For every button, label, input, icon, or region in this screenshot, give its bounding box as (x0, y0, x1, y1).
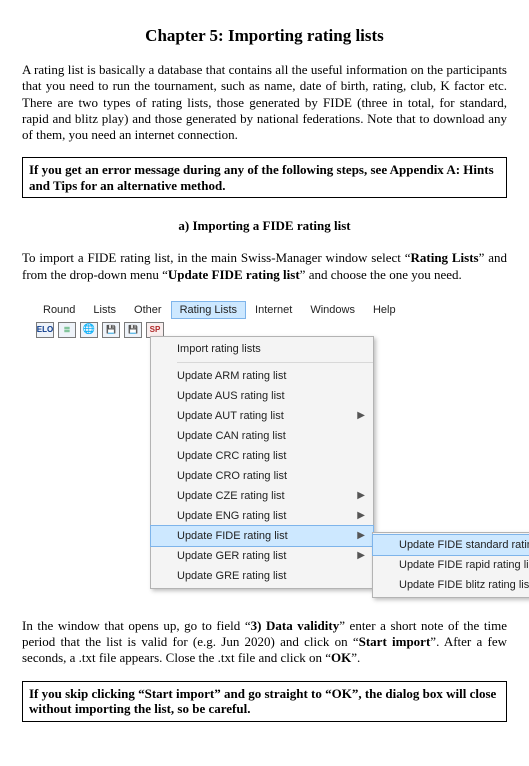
chevron-right-icon: ▶ (357, 530, 365, 541)
submenu-item[interactable]: Update FIDE rapid rating list (373, 555, 529, 575)
dropdown-item[interactable]: Update AUS rating list (151, 386, 373, 406)
dropdown-item[interactable]: Update ENG rating list▶ (151, 506, 373, 526)
submenu-item-label: Update FIDE blitz rating list (399, 579, 529, 591)
chevron-right-icon: ▶ (357, 410, 365, 421)
callout-error: If you get an error message during any o… (22, 157, 507, 198)
bold-start-import: Start import (359, 634, 431, 649)
dropdown-item[interactable]: Update AUT rating list▶ (151, 406, 373, 426)
menu-rating-lists[interactable]: Rating Lists (171, 301, 246, 319)
dropdown-separator (177, 362, 373, 363)
menu-round[interactable]: Round (34, 301, 84, 319)
dropdown-item-label: Update GER rating list (177, 550, 357, 562)
dropdown-item-label: Update AUS rating list (177, 390, 365, 402)
dropdown-item-label: Import rating lists (177, 343, 365, 355)
bold-update-fide: Update FIDE rating list (168, 267, 300, 282)
chevron-right-icon: ▶ (357, 550, 365, 561)
menu-other[interactable]: Other (125, 301, 171, 319)
dropdown-item-import[interactable]: Import rating lists (151, 339, 373, 359)
submenu-item-label: Update FIDE rapid rating list (399, 559, 529, 571)
bold-rating-lists: Rating Lists (410, 250, 478, 265)
section-a-heading: a) Importing a FIDE rating list (22, 218, 507, 234)
section-a-followup: In the window that opens up, go to field… (22, 618, 507, 667)
submenu-item-label: Update FIDE standard rating list (399, 539, 529, 551)
bold-ok: OK (331, 650, 351, 665)
text: In the window that opens up, go to field… (22, 618, 251, 633)
menu-internet[interactable]: Internet (246, 301, 301, 319)
dropdown-item-label: Update AUT rating list (177, 410, 357, 422)
dropdown-item-label: Update ENG rating list (177, 510, 357, 522)
text: ”. (351, 650, 360, 665)
dropdown-item[interactable]: Update GER rating list▶ (151, 546, 373, 566)
dropdown-item[interactable]: Update FIDE rating list▶ (151, 526, 373, 546)
dropdown-item-label: Update FIDE rating list (177, 530, 357, 542)
intro-paragraph: A rating list is basically a database th… (22, 62, 507, 143)
rating-lists-dropdown: Import rating lists Update ARM rating li… (150, 336, 374, 589)
dropdown-item-label: Update CZE rating list (177, 490, 357, 502)
dropdown-item[interactable]: Update GRE rating list (151, 566, 373, 586)
dropdown-area: Import rating lists Update ARM rating li… (34, 336, 507, 596)
dropdown-item[interactable]: Update CRO rating list (151, 466, 373, 486)
chevron-right-icon: ▶ (357, 510, 365, 521)
submenu-item[interactable]: Update FIDE blitz rating list (373, 575, 529, 595)
text: ” and choose the one you need. (300, 267, 462, 282)
dropdown-item-label: Update CRC rating list (177, 450, 365, 462)
dropdown-item[interactable]: Update CAN rating list (151, 426, 373, 446)
dropdown-item[interactable]: Update CZE rating list▶ (151, 486, 373, 506)
dropdown-item-label: Update ARM rating list (177, 370, 365, 382)
section-a-intro: To import a FIDE rating list, in the mai… (22, 250, 507, 283)
dropdown-item-label: Update CAN rating list (177, 430, 365, 442)
bold-data-validity: 3) Data validity (251, 618, 340, 633)
menu-help[interactable]: Help (364, 301, 405, 319)
screenshot-figure: RoundListsOtherRating ListsInternetWindo… (34, 301, 507, 596)
dropdown-item[interactable]: Update ARM rating list (151, 366, 373, 386)
menu-bar: RoundListsOtherRating ListsInternetWindo… (34, 301, 507, 319)
dropdown-item-label: Update GRE rating list (177, 570, 365, 582)
menu-windows[interactable]: Windows (301, 301, 364, 319)
text: To import a FIDE rating list, in the mai… (22, 250, 410, 265)
submenu-item[interactable]: Update FIDE standard rating list (373, 535, 529, 555)
menu-lists[interactable]: Lists (84, 301, 125, 319)
chevron-right-icon: ▶ (357, 490, 365, 501)
callout-skip-warning: If you skip clicking “Start import” and … (22, 681, 507, 722)
chapter-title: Chapter 5: Importing rating lists (22, 26, 507, 46)
dropdown-item[interactable]: Update CRC rating list (151, 446, 373, 466)
dropdown-item-label: Update CRO rating list (177, 470, 365, 482)
fide-submenu: Update FIDE standard rating list Update F… (372, 532, 529, 598)
